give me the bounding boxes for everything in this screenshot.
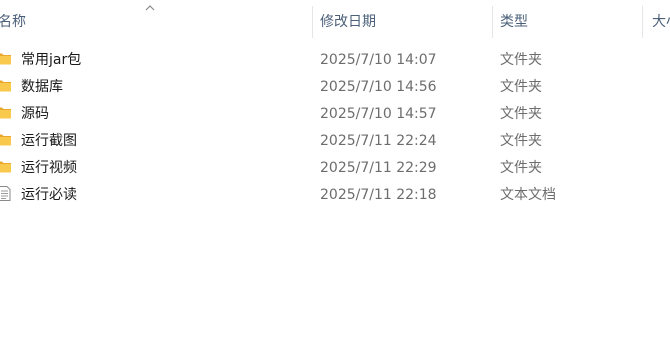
file-row[interactable]: 运行必读 2025/7/11 22:18 文本文档 [0,181,670,207]
file-date: 2025/7/11 22:18 [320,187,437,203]
file-type: 文件夹 [500,160,542,176]
file-name: 数据库 [21,79,63,95]
file-name: 运行必读 [21,187,77,203]
file-type: 文本文档 [500,187,556,203]
file-row[interactable]: 运行截图 2025/7/11 22:24 文件夹 [0,127,670,153]
column-header-size[interactable]: 大小 [652,0,670,42]
folder-icon [0,134,11,146]
text-document-icon [0,186,11,201]
column-divider[interactable] [492,6,493,38]
file-type: 文件夹 [500,79,542,95]
file-row[interactable]: 运行视频 2025/7/11 22:29 文件夹 [0,154,670,180]
file-name: 源码 [21,106,49,122]
file-date: 2025/7/10 14:56 [320,79,437,95]
folder-icon [0,80,11,92]
file-date: 2025/7/11 22:29 [320,160,437,176]
file-type: 文件夹 [500,106,542,122]
file-type: 文件夹 [500,52,542,68]
column-header-name[interactable]: 名称 [0,0,310,42]
file-name: 运行视频 [21,160,77,176]
column-header-date[interactable]: 修改日期 [320,0,490,42]
folder-icon [0,161,11,173]
folder-icon [0,107,11,119]
column-header-bar: 名称 修改日期 类型 大小 [0,0,670,42]
file-name: 常用jar包 [21,52,82,68]
column-divider[interactable] [312,6,313,38]
file-row[interactable]: 数据库 2025/7/10 14:56 文件夹 [0,73,670,99]
file-row[interactable]: 常用jar包 2025/7/10 14:07 文件夹 [0,46,670,72]
column-divider[interactable] [642,6,643,38]
file-row[interactable]: 源码 2025/7/10 14:57 文件夹 [0,100,670,126]
file-date: 2025/7/10 14:57 [320,106,437,122]
file-name: 运行截图 [21,133,77,149]
folder-icon [0,53,11,65]
file-type: 文件夹 [500,133,542,149]
file-date: 2025/7/10 14:07 [320,52,437,68]
file-date: 2025/7/11 22:24 [320,133,437,149]
column-header-type[interactable]: 类型 [500,0,640,42]
